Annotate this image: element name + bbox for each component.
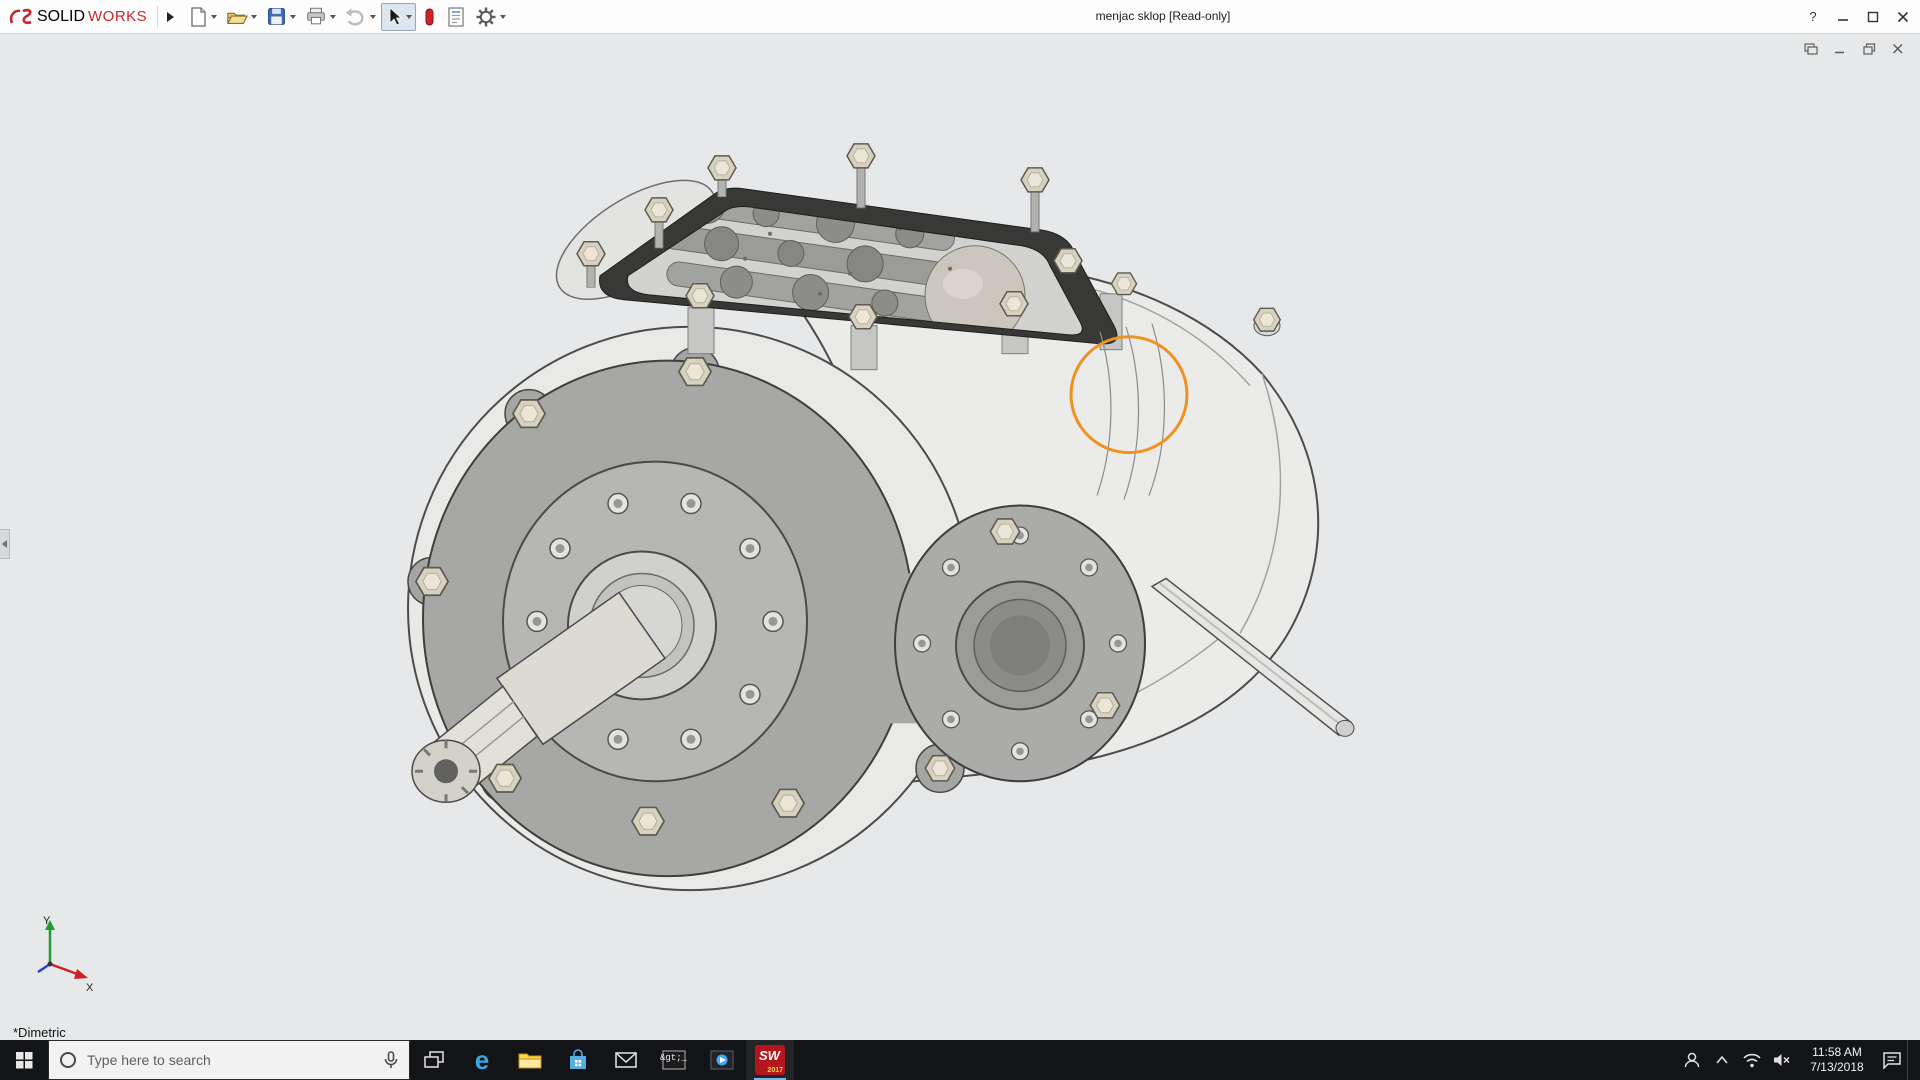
document-window-controls <box>1803 42 1906 56</box>
child-close-button[interactable] <box>1890 42 1906 56</box>
taskbar-terminal-button[interactable]: &gt;_ <box>650 1040 698 1080</box>
volume-button[interactable] <box>1767 1040 1797 1080</box>
taskbar: e &gt;_ <box>0 1040 1920 1080</box>
separator <box>157 6 158 28</box>
select-button[interactable] <box>381 3 416 31</box>
open-folder-icon <box>226 6 248 28</box>
dropdown-caret <box>406 15 412 19</box>
view-orientation-label: *Dimetric <box>13 1025 66 1040</box>
window-menu-icon <box>1804 43 1818 55</box>
print-button[interactable] <box>301 3 340 31</box>
child-window-menu-button[interactable] <box>1803 42 1819 56</box>
network-icon <box>1742 1052 1762 1068</box>
taskbar-solidworks-button[interactable]: SW 2017 <box>746 1040 794 1080</box>
undo-button[interactable] <box>341 3 380 31</box>
action-center-button[interactable] <box>1877 1040 1907 1080</box>
taskbar-mail-button[interactable] <box>602 1040 650 1080</box>
microphone-icon[interactable] <box>383 1051 399 1069</box>
network-button[interactable] <box>1737 1040 1767 1080</box>
save-button[interactable] <box>262 3 300 31</box>
dassault-logo-icon <box>8 7 34 27</box>
dropdown-caret <box>211 15 217 19</box>
child-close-icon <box>1892 43 1904 55</box>
terminal-prompt-glyph: &gt;_ <box>660 1053 687 1063</box>
file-properties-button[interactable] <box>442 3 470 31</box>
appearance-button[interactable] <box>417 3 441 31</box>
orientation-triad: Y X <box>16 912 96 992</box>
triad-x-label: X <box>86 982 94 992</box>
app-titlebar: SOLIDWORKS <box>0 0 1920 34</box>
edge-icon: e <box>475 1047 489 1073</box>
dropdown-caret <box>290 15 296 19</box>
volume-muted-icon <box>1772 1052 1792 1068</box>
new-document-button[interactable] <box>184 3 221 31</box>
child-minimize-icon <box>1834 43 1846 55</box>
brand-works: WORKS <box>88 8 147 25</box>
taskbar-clock[interactable]: 11:58 AM 7/13/2018 <box>1797 1040 1877 1080</box>
start-button[interactable] <box>0 1040 48 1080</box>
quick-toolbar <box>184 3 510 31</box>
close-icon <box>1897 11 1909 23</box>
taskbar-store-button[interactable] <box>554 1040 602 1080</box>
media-app-icon <box>710 1050 734 1070</box>
help-button[interactable]: ? <box>1798 0 1828 33</box>
open-button[interactable] <box>222 3 261 31</box>
window-title: menjac sklop [Read-only] <box>1096 0 1231 33</box>
chevron-up-icon <box>1715 1055 1729 1065</box>
save-icon <box>266 6 287 27</box>
solidworks-icon-label: SW <box>759 1048 780 1063</box>
taskbar-media-app-button[interactable] <box>698 1040 746 1080</box>
minimize-button[interactable] <box>1828 0 1858 33</box>
clock-date: 7/13/2018 <box>1810 1060 1863 1075</box>
undo-icon <box>345 6 367 27</box>
solidworks-icon-year: 2017 <box>767 1067 783 1074</box>
minimize-icon <box>1837 11 1849 23</box>
taskbar-file-explorer-button[interactable] <box>506 1040 554 1080</box>
people-button[interactable] <box>1677 1040 1707 1080</box>
clock-time: 11:58 AM <box>1812 1045 1862 1060</box>
print-icon <box>305 6 327 27</box>
dropdown-caret <box>251 15 257 19</box>
solidworks-app-icon: SW 2017 <box>755 1045 785 1075</box>
options-button[interactable] <box>471 3 510 31</box>
child-restore-icon <box>1863 43 1876 55</box>
file-explorer-icon <box>518 1050 542 1070</box>
triad-y-label: Y <box>43 915 51 927</box>
child-minimize-button[interactable] <box>1832 42 1848 56</box>
taskbar-edge-button[interactable]: e <box>458 1040 506 1080</box>
flyout-arrow-icon <box>167 12 174 22</box>
brand-solid: SOLID <box>37 8 85 26</box>
gear-icon <box>475 6 497 28</box>
task-view-button[interactable] <box>410 1040 458 1080</box>
store-icon <box>567 1049 589 1071</box>
maximize-button[interactable] <box>1858 0 1888 33</box>
taskbar-search[interactable] <box>48 1040 410 1080</box>
maximize-icon <box>1867 11 1879 23</box>
desktop-screen: SOLIDWORKS <box>0 0 1920 1080</box>
dropdown-caret <box>370 15 376 19</box>
gearbox-model[interactable] <box>0 34 1920 1040</box>
hidden-icons-button[interactable] <box>1707 1040 1737 1080</box>
search-input[interactable] <box>85 1051 375 1069</box>
file-properties-icon <box>446 6 466 28</box>
child-restore-button[interactable] <box>1861 42 1877 56</box>
windows-logo-icon <box>16 1052 33 1069</box>
graphics-area[interactable]: Y X *Dimetric <box>0 34 1920 1040</box>
window-controls: ? <box>1798 0 1918 33</box>
solidworks-logo: SOLIDWORKS <box>0 7 153 27</box>
dropdown-caret <box>500 15 506 19</box>
people-icon <box>1683 1051 1701 1069</box>
close-button[interactable] <box>1888 0 1918 33</box>
mail-icon <box>615 1051 637 1069</box>
select-cursor-icon <box>385 6 403 27</box>
cortana-icon <box>59 1051 77 1069</box>
new-document-icon <box>188 6 208 28</box>
system-tray: 11:58 AM 7/13/2018 <box>1677 1040 1920 1080</box>
action-center-icon <box>1882 1051 1902 1069</box>
show-desktop-button[interactable] <box>1907 1040 1920 1080</box>
dropdown-caret <box>330 15 336 19</box>
task-view-icon <box>424 1051 444 1069</box>
toolbar-flyout-button[interactable] <box>162 4 178 30</box>
appearance-icon <box>421 6 437 28</box>
